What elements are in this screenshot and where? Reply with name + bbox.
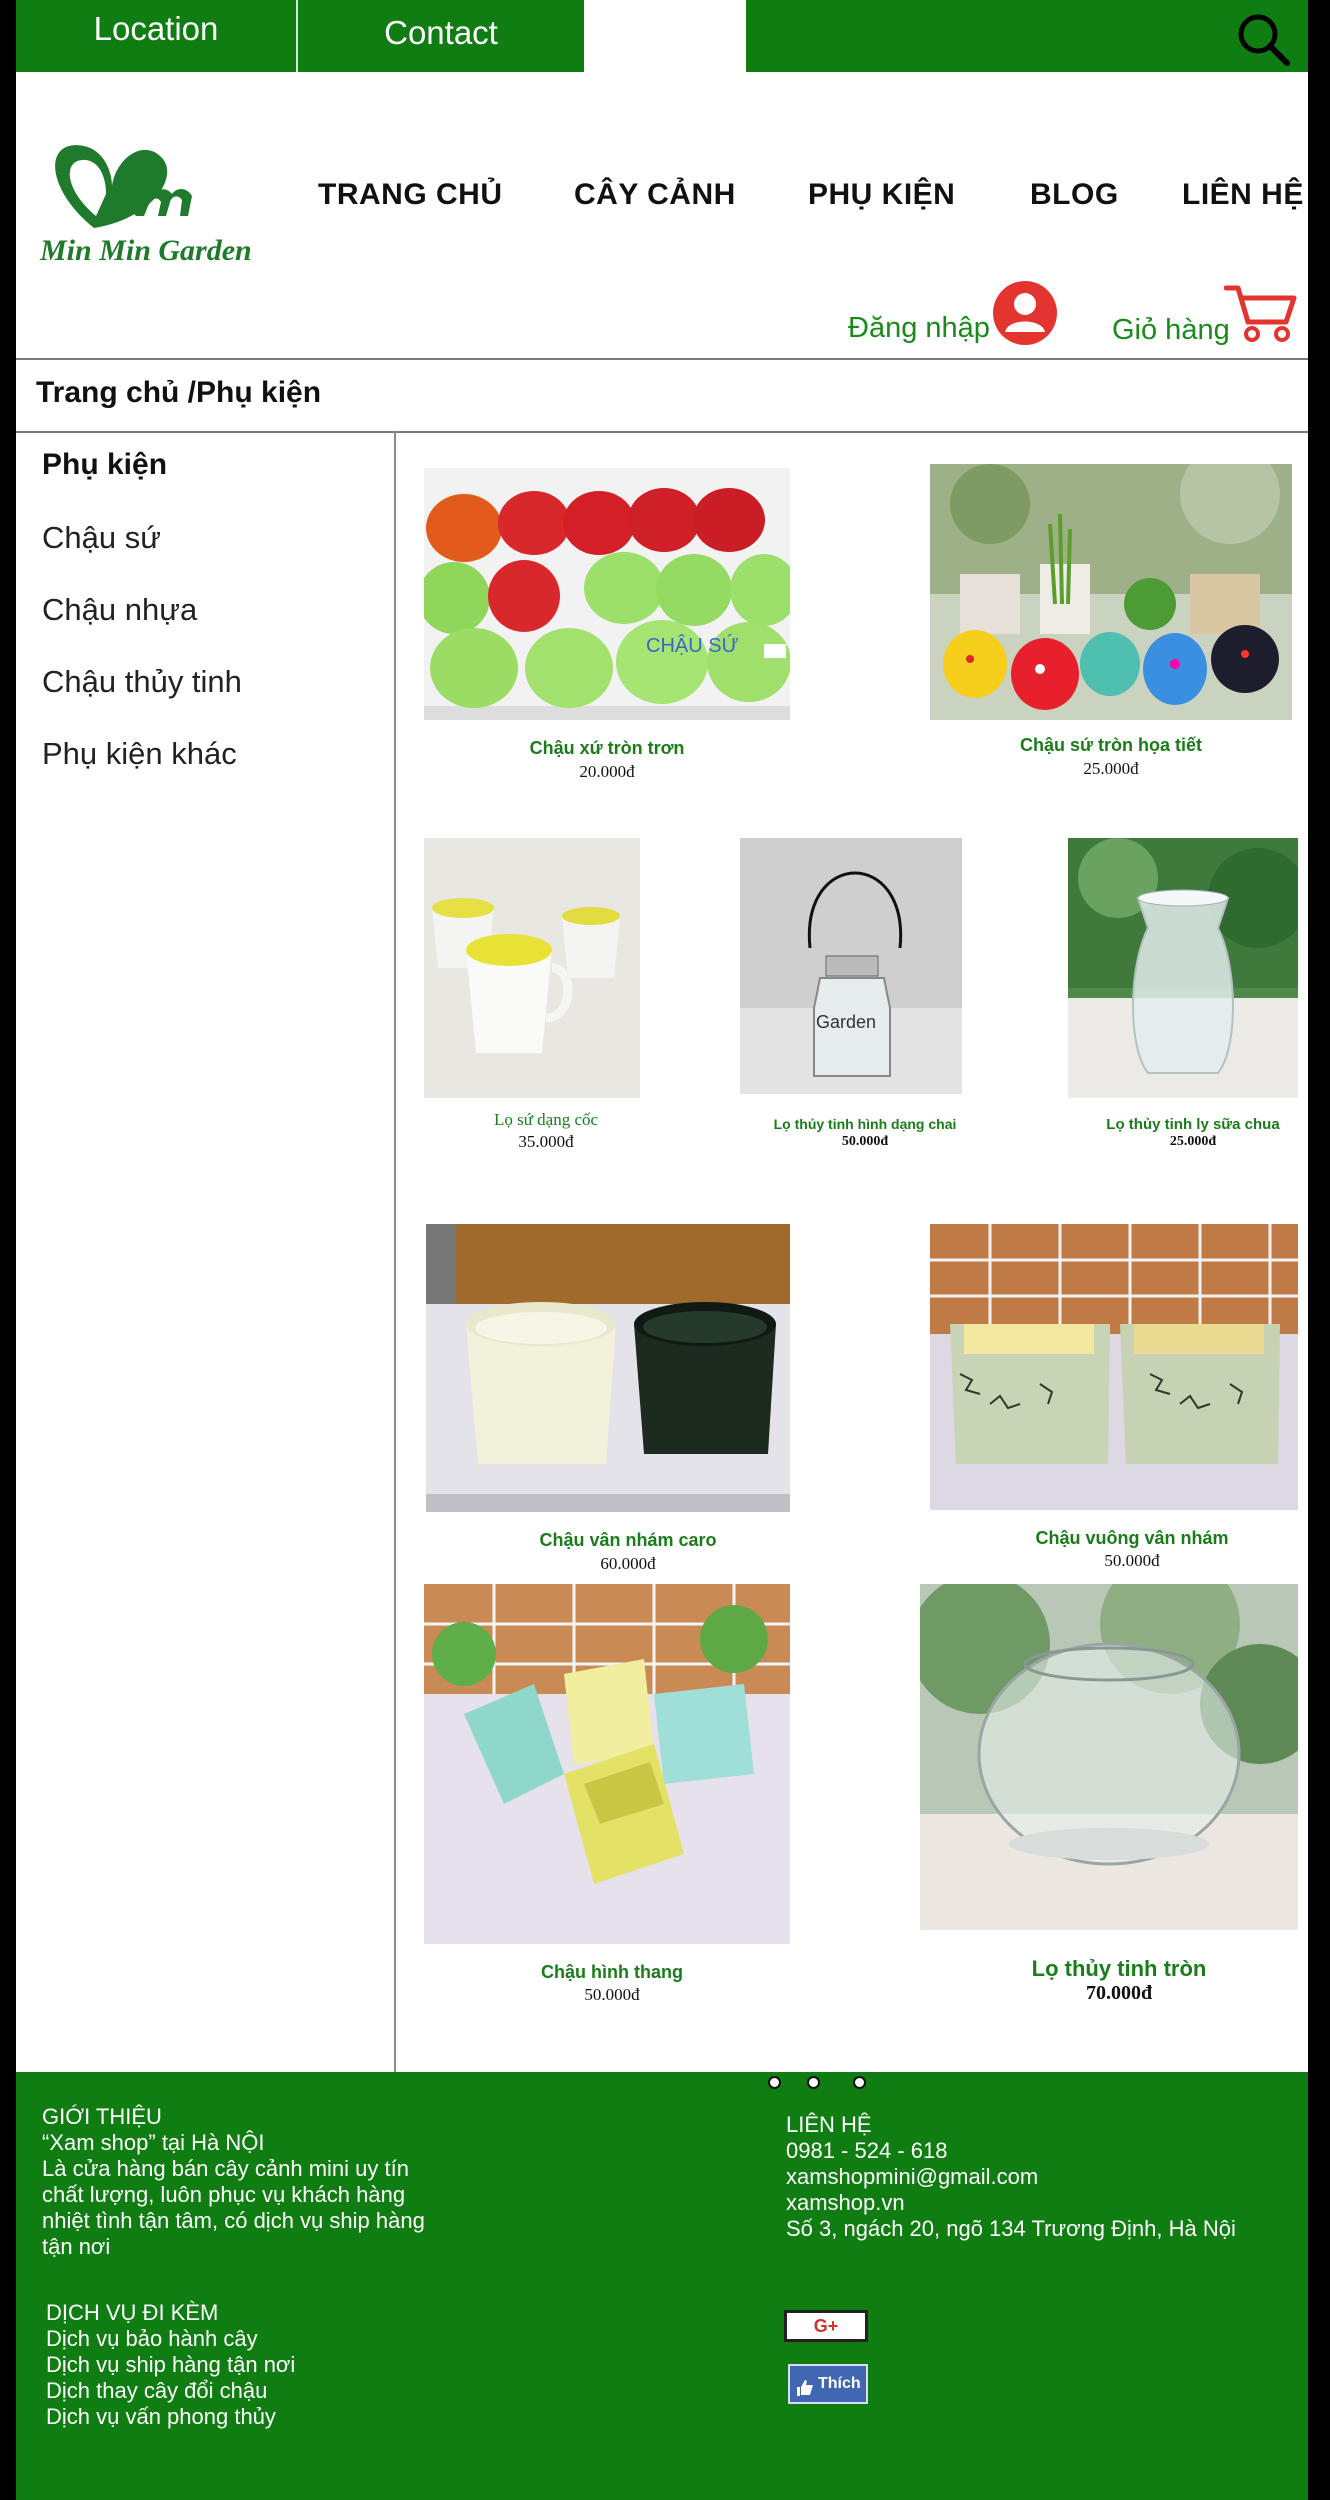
product-name[interactable]: Chậu xứ tròn trơn: [424, 738, 790, 759]
contact-link[interactable]: Contact: [298, 14, 584, 52]
product-price: 35.000đ: [518, 1132, 574, 1151]
about-title: GIỚI THIỆU: [42, 2104, 162, 2129]
services-title: DỊCH VỤ ĐI KÈM: [46, 2300, 219, 2325]
sidebar-divider: [394, 431, 396, 2072]
page: Location Contact Min Min Garden TRANG CH…: [16, 0, 1308, 2500]
product-price: 70.000đ: [1085, 1982, 1153, 2004]
product-image[interactable]: CHẬU SỨ: [424, 468, 790, 720]
product-image-text: Garden: [816, 1012, 876, 1032]
breadcrumb: Trang chủ /Phụ kiện: [36, 376, 322, 409]
nav-home[interactable]: TRANG CHỦ: [318, 178, 503, 212]
contact-address: Số 3, ngách 20, ngõ 134 Trương Định, Hà …: [786, 2216, 1236, 2241]
carousel-dot[interactable]: [853, 2076, 866, 2089]
product-name[interactable]: Lọ thủy tinh tròn: [920, 1956, 1318, 1982]
product-price: 50.000đ: [1104, 1551, 1160, 1570]
sidebar-item-other-accessories[interactable]: Phụ kiện khác: [42, 736, 237, 772]
contact-phone: 0981 - 524 - 618: [786, 2138, 948, 2163]
product-price: 25.000đ: [1083, 759, 1139, 778]
nav-blog[interactable]: BLOG: [1030, 178, 1119, 212]
product-price: 50.000đ: [584, 1985, 640, 2004]
service-item[interactable]: Dịch vụ bảo hành cây: [46, 2326, 258, 2352]
location-link[interactable]: Location: [16, 10, 296, 48]
product-name[interactable]: Chậu vuông vân nhám: [930, 1528, 1330, 1549]
footer: GIỚI THIỆU “Xam shop” tại Hà NỘI Là cửa …: [16, 2072, 1308, 2500]
about-line: Là cửa hàng bán cây cảnh mini uy tín: [42, 2156, 409, 2181]
search-icon[interactable]: [1234, 10, 1292, 68]
sidebar-title: Phụ kiện: [42, 448, 168, 481]
google-plus-button[interactable]: G+: [784, 2310, 868, 2342]
contact-email[interactable]: xamshopmini@gmail.com: [786, 2164, 1038, 2190]
about-line: nhiệt tình tận tâm, có dịch vụ ship hàng: [42, 2208, 425, 2233]
sidebar-item-plastic-pots[interactable]: Chậu nhựa: [42, 592, 197, 628]
product-price: 20.000đ: [579, 762, 635, 781]
carousel-dot[interactable]: [768, 2076, 781, 2089]
product-name[interactable]: Lọ thủy tinh hình dạng chai: [740, 1116, 990, 1132]
contact-title: LIÊN HỆ: [786, 2112, 872, 2137]
like-label: Thích: [818, 2375, 861, 2392]
sidebar-item-ceramic-pots[interactable]: Chậu sứ: [42, 520, 161, 556]
product-price: 60.000đ: [600, 1554, 656, 1573]
user-icon[interactable]: [992, 280, 1058, 346]
product-name[interactable]: Chậu hình thang: [424, 1962, 800, 1983]
product-image[interactable]: [920, 1584, 1298, 1930]
facebook-like-button[interactable]: Thích: [788, 2364, 868, 2404]
product-name[interactable]: Lọ sứ dạng cốc: [424, 1110, 668, 1130]
product-image[interactable]: [930, 464, 1292, 720]
top-bar-right: [746, 0, 1308, 72]
sidebar-item-glass-pots[interactable]: Chậu thủy tinh: [42, 664, 242, 700]
cart-icon[interactable]: [1223, 282, 1298, 344]
service-item[interactable]: Dịch vụ vấn phong thủy: [46, 2404, 276, 2430]
service-item[interactable]: Dịch vụ ship hàng tận nơi: [46, 2352, 295, 2378]
about-line: tận nơi: [42, 2234, 111, 2259]
product-image[interactable]: Garden: [740, 838, 962, 1094]
service-item[interactable]: Dịch thay cây đổi chậu: [46, 2378, 267, 2404]
breadcrumb-divider: [16, 431, 1308, 433]
product-image[interactable]: [426, 1224, 790, 1512]
header-divider: [16, 358, 1308, 360]
product-name[interactable]: Lọ thủy tinh ly sữa chua: [1068, 1116, 1318, 1133]
product-price: 50.000đ: [841, 1134, 889, 1149]
nav-plants[interactable]: CÂY CẢNH: [574, 178, 736, 212]
product-price: 25.000đ: [1169, 1134, 1217, 1149]
product-name[interactable]: Chậu sứ tròn họa tiết: [930, 735, 1292, 756]
logo-text: Min Min Garden: [39, 234, 252, 267]
about-line: “Xam shop” tại Hà NỘI: [42, 2130, 265, 2155]
brand-logo[interactable]: Min Min Garden: [34, 128, 284, 278]
product-image[interactable]: [424, 1584, 790, 1944]
product-image[interactable]: [424, 838, 640, 1098]
nav-contact[interactable]: LIÊN HỆ: [1182, 178, 1304, 212]
carousel-dot[interactable]: [807, 2076, 820, 2089]
thumbs-up-icon: [796, 2375, 814, 2396]
about-line: chất lượng, luôn phục vụ khách hàng: [42, 2182, 406, 2207]
contact-website[interactable]: xamshop.vn: [786, 2190, 905, 2216]
login-link[interactable]: Đăng nhập: [848, 312, 990, 345]
product-image[interactable]: [1068, 838, 1298, 1098]
product-image[interactable]: [930, 1224, 1298, 1510]
nav-accessories[interactable]: PHỤ KIỆN: [808, 178, 955, 212]
product-name[interactable]: Chậu vân nhám caro: [426, 1530, 830, 1551]
cart-link[interactable]: Giỏ hàng: [1112, 314, 1230, 347]
product-image-text: CHẬU SỨ: [646, 634, 739, 657]
